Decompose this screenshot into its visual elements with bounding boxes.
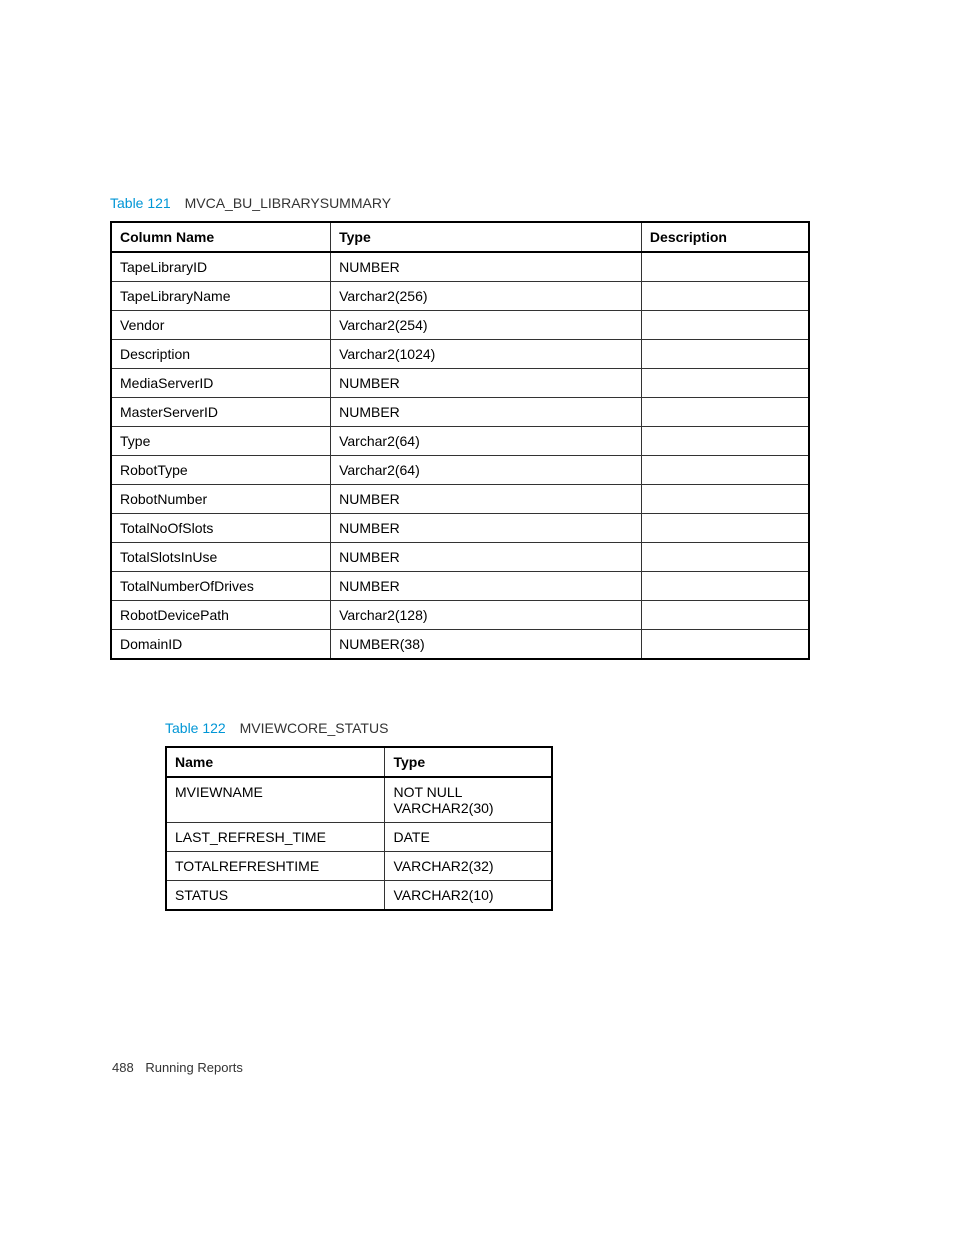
table-cell: Varchar2(254) bbox=[331, 311, 642, 340]
table-cell: NOT NULL VARCHAR2(30) bbox=[385, 777, 552, 823]
table-cell: NUMBER bbox=[331, 369, 642, 398]
table-121: Column Name Type Description TapeLibrary… bbox=[110, 221, 810, 660]
table-row: MediaServerIDNUMBER bbox=[111, 369, 809, 398]
table-cell: NUMBER bbox=[331, 572, 642, 601]
table-cell: Description bbox=[111, 340, 331, 369]
table-cell: VARCHAR2(10) bbox=[385, 881, 552, 911]
table-cell bbox=[641, 398, 809, 427]
table-cell: NUMBER bbox=[331, 485, 642, 514]
table-cell: RobotType bbox=[111, 456, 331, 485]
table-122-caption: Table 122 MVIEWCORE_STATUS bbox=[165, 720, 814, 736]
table-cell: MediaServerID bbox=[111, 369, 331, 398]
table-row: RobotTypeVarchar2(64) bbox=[111, 456, 809, 485]
col-header: Description bbox=[641, 222, 809, 252]
table-cell: RobotNumber bbox=[111, 485, 331, 514]
table-cell bbox=[641, 630, 809, 660]
table-cell: Vendor bbox=[111, 311, 331, 340]
table-cell: MasterServerID bbox=[111, 398, 331, 427]
table-row: DomainIDNUMBER(38) bbox=[111, 630, 809, 660]
table-cell: TapeLibraryID bbox=[111, 252, 331, 282]
col-header: Column Name bbox=[111, 222, 331, 252]
table-cell bbox=[641, 485, 809, 514]
table-row: TOTALREFRESHTIMEVARCHAR2(32) bbox=[166, 852, 552, 881]
table-row: TapeLibraryIDNUMBER bbox=[111, 252, 809, 282]
page-number: 488 bbox=[112, 1060, 134, 1075]
table-row: DescriptionVarchar2(1024) bbox=[111, 340, 809, 369]
table-cell: Type bbox=[111, 427, 331, 456]
table-cell: DATE bbox=[385, 823, 552, 852]
table-cell: Varchar2(64) bbox=[331, 456, 642, 485]
table-cell: NUMBER bbox=[331, 543, 642, 572]
table-row: MVIEWNAMENOT NULL VARCHAR2(30) bbox=[166, 777, 552, 823]
table-cell bbox=[641, 456, 809, 485]
table-cell bbox=[641, 601, 809, 630]
table-row: TotalNoOfSlotsNUMBER bbox=[111, 514, 809, 543]
table-header-row: Column Name Type Description bbox=[111, 222, 809, 252]
table-cell bbox=[641, 514, 809, 543]
table-cell: TotalNoOfSlots bbox=[111, 514, 331, 543]
table-cell: Varchar2(128) bbox=[331, 601, 642, 630]
table-row: VendorVarchar2(254) bbox=[111, 311, 809, 340]
table-cell bbox=[641, 282, 809, 311]
col-header: Name bbox=[166, 747, 385, 777]
table-121-title: MVCA_BU_LIBRARYSUMMARY bbox=[185, 195, 391, 211]
table-cell: Varchar2(256) bbox=[331, 282, 642, 311]
table-header-row: Name Type bbox=[166, 747, 552, 777]
table-cell: DomainID bbox=[111, 630, 331, 660]
table-cell: NUMBER bbox=[331, 398, 642, 427]
table-cell: TOTALREFRESHTIME bbox=[166, 852, 385, 881]
table-122: Name Type MVIEWNAMENOT NULL VARCHAR2(30)… bbox=[165, 746, 553, 911]
table-row: TotalSlotsInUseNUMBER bbox=[111, 543, 809, 572]
table-row: RobotNumberNUMBER bbox=[111, 485, 809, 514]
table-row: TypeVarchar2(64) bbox=[111, 427, 809, 456]
table-row: TapeLibraryNameVarchar2(256) bbox=[111, 282, 809, 311]
table-cell: NUMBER(38) bbox=[331, 630, 642, 660]
table-row: LAST_REFRESH_TIMEDATE bbox=[166, 823, 552, 852]
col-header: Type bbox=[331, 222, 642, 252]
table-121-caption: Table 121 MVCA_BU_LIBRARYSUMMARY bbox=[110, 195, 814, 211]
table-121-body: TapeLibraryIDNUMBERTapeLibraryNameVarcha… bbox=[111, 252, 809, 659]
table-cell: TotalNumberOfDrives bbox=[111, 572, 331, 601]
table-row: STATUSVARCHAR2(10) bbox=[166, 881, 552, 911]
table-row: TotalNumberOfDrivesNUMBER bbox=[111, 572, 809, 601]
table-cell bbox=[641, 572, 809, 601]
col-header: Type bbox=[385, 747, 552, 777]
table-cell: LAST_REFRESH_TIME bbox=[166, 823, 385, 852]
table-cell bbox=[641, 369, 809, 398]
table-row: RobotDevicePathVarchar2(128) bbox=[111, 601, 809, 630]
table-cell bbox=[641, 252, 809, 282]
table-cell: TotalSlotsInUse bbox=[111, 543, 331, 572]
table-cell: RobotDevicePath bbox=[111, 601, 331, 630]
table-122-block: Table 122 MVIEWCORE_STATUS Name Type MVI… bbox=[110, 720, 814, 911]
table-cell: STATUS bbox=[166, 881, 385, 911]
table-cell: Varchar2(1024) bbox=[331, 340, 642, 369]
table-cell bbox=[641, 427, 809, 456]
page-footer: 488 Running Reports bbox=[112, 1060, 243, 1075]
table-cell: Varchar2(64) bbox=[331, 427, 642, 456]
footer-section: Running Reports bbox=[145, 1060, 243, 1075]
table-121-block: Table 121 MVCA_BU_LIBRARYSUMMARY Column … bbox=[110, 195, 814, 660]
table-121-number: Table 121 bbox=[110, 195, 171, 211]
table-cell: MVIEWNAME bbox=[166, 777, 385, 823]
table-cell bbox=[641, 311, 809, 340]
table-122-title: MVIEWCORE_STATUS bbox=[240, 720, 389, 736]
table-cell: VARCHAR2(32) bbox=[385, 852, 552, 881]
table-cell: TapeLibraryName bbox=[111, 282, 331, 311]
table-122-number: Table 122 bbox=[165, 720, 226, 736]
table-122-body: MVIEWNAMENOT NULL VARCHAR2(30)LAST_REFRE… bbox=[166, 777, 552, 910]
table-row: MasterServerIDNUMBER bbox=[111, 398, 809, 427]
table-cell bbox=[641, 340, 809, 369]
table-cell bbox=[641, 543, 809, 572]
table-cell: NUMBER bbox=[331, 514, 642, 543]
table-cell: NUMBER bbox=[331, 252, 642, 282]
